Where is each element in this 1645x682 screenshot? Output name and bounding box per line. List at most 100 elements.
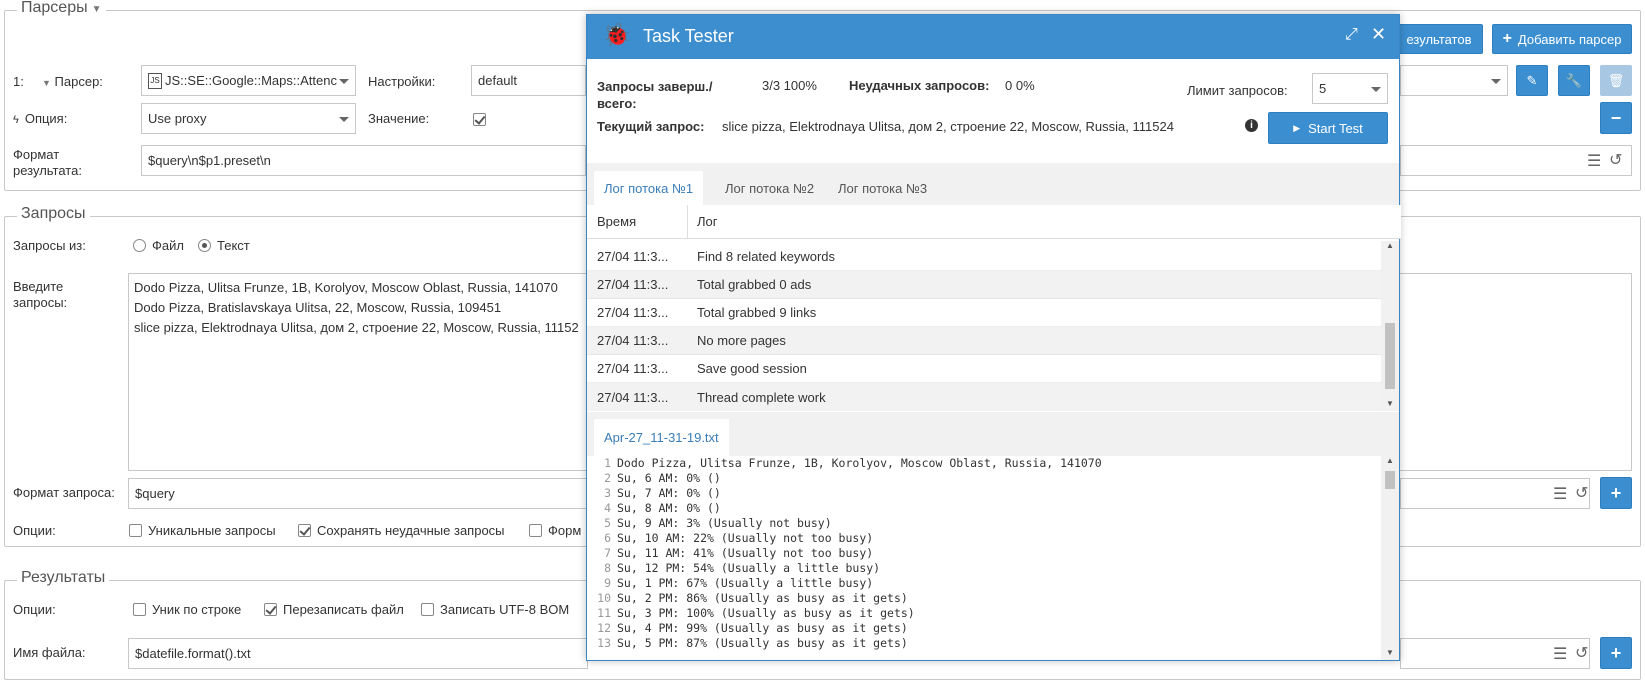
code-line: 7 Su, 11 AM: 41% (Usually not too busy) bbox=[587, 546, 1381, 561]
failed-value: 0 0% bbox=[1005, 78, 1035, 93]
radio-on bbox=[198, 239, 211, 252]
scroll-up-icon[interactable]: ▲ bbox=[1386, 241, 1394, 250]
code-text: Su, 1 PM: 67% (Usually a little busy) bbox=[617, 576, 874, 590]
col-divider bbox=[687, 205, 688, 239]
info-icon[interactable]: i bbox=[1245, 119, 1258, 132]
undo-icon[interactable]: ↺ bbox=[1575, 643, 1588, 663]
line-number: 12 bbox=[597, 621, 611, 635]
utf8-bom-checkbox[interactable]: Записать UTF-8 BOM bbox=[421, 602, 569, 617]
line-number: 10 bbox=[597, 591, 611, 605]
modal-header[interactable]: 🐞 Task Tester ⤢ ✕ bbox=[587, 15, 1399, 59]
configure-parser-button[interactable]: 🔧 bbox=[1558, 65, 1590, 96]
js-icon: JS bbox=[148, 72, 162, 89]
tab-thread-3[interactable]: Лог потока №3 bbox=[828, 171, 937, 205]
chevron-down-icon bbox=[1371, 86, 1381, 92]
output-file-tab[interactable]: Apr-27_11-31-19.txt bbox=[594, 419, 729, 456]
checkbox-unchecked bbox=[133, 603, 146, 616]
code-scroll-thumb[interactable] bbox=[1385, 471, 1395, 489]
line-number: 13 bbox=[597, 636, 611, 650]
log-row: 27/04 11:3... Total grabbed 0 ads bbox=[587, 271, 1381, 299]
undo-icon[interactable]: ↺ bbox=[1609, 150, 1622, 170]
start-test-button[interactable]: ▶ Start Test bbox=[1268, 112, 1388, 144]
wrench-icon: 🔧 bbox=[1565, 72, 1583, 88]
queries-from-text-radio[interactable]: Текст bbox=[198, 238, 250, 253]
list-icon[interactable]: ☰ bbox=[1587, 151, 1601, 171]
code-line: 9 Su, 1 PM: 67% (Usually a little busy) bbox=[587, 576, 1381, 591]
code-text: Su, 11 AM: 41% (Usually not too busy) bbox=[617, 546, 874, 560]
add-parser-button[interactable]: + Добавить парсер bbox=[1492, 24, 1632, 54]
unique-queries-checkbox[interactable]: Уникальные запросы bbox=[129, 523, 276, 538]
play-icon: ▶ bbox=[1293, 122, 1301, 133]
scroll-up-icon[interactable]: ▲ bbox=[1386, 456, 1394, 465]
uniq-line-checkbox[interactable]: Уник по строке bbox=[133, 602, 241, 617]
add-filename-button[interactable]: + bbox=[1600, 637, 1632, 669]
log-time: 27/04 11:3... bbox=[597, 249, 669, 264]
result-format-input[interactable]: $query\n$p1.preset\n bbox=[141, 145, 586, 176]
col-log-header[interactable]: Лог bbox=[697, 214, 718, 229]
queries-from-file-radio[interactable]: Файл bbox=[133, 238, 184, 253]
chevron-down-icon bbox=[1491, 78, 1501, 84]
settings-select[interactable]: default bbox=[471, 65, 586, 96]
tab-thread-2[interactable]: Лог потока №2 bbox=[715, 171, 824, 205]
line-number: 5 bbox=[604, 516, 611, 530]
undo-icon[interactable]: ↺ bbox=[1575, 483, 1588, 503]
add-query-format-button[interactable]: + bbox=[1600, 477, 1632, 509]
modal-title: Task Tester bbox=[643, 26, 734, 46]
col-time-header[interactable]: Время bbox=[597, 214, 636, 229]
format-checkbox[interactable]: Форм bbox=[529, 523, 581, 538]
save-failed-checkbox[interactable]: Сохранять неудачные запросы bbox=[298, 523, 505, 538]
task-tester-modal: 🐞 Task Tester ⤢ ✕ Запросы заверш./ всего… bbox=[586, 14, 1401, 661]
code-line: 12 Su, 4 PM: 99% (Usually as busy as it g… bbox=[587, 621, 1381, 636]
plus-icon: + bbox=[1610, 642, 1622, 663]
list-icon[interactable]: ☰ bbox=[1553, 644, 1567, 664]
filename-input[interactable]: $datefile.format().txt bbox=[128, 638, 588, 669]
value-checkbox[interactable] bbox=[473, 111, 492, 127]
queries-from-label: Запросы из: bbox=[13, 238, 86, 253]
log-message: No more pages bbox=[697, 333, 786, 348]
code-text: Su, 9 AM: 3% (Usually not busy) bbox=[617, 516, 832, 530]
log-scroll-thumb[interactable] bbox=[1385, 323, 1395, 389]
log-message: Save good session bbox=[697, 361, 807, 376]
option-label-text: Опция: bbox=[24, 111, 68, 126]
line-number: 7 bbox=[604, 546, 611, 560]
settings-select-right[interactable] bbox=[1400, 65, 1508, 96]
chevron-down-icon: ▼ bbox=[91, 4, 102, 15]
code-text: Su, 4 PM: 99% (Usually as busy as it get… bbox=[617, 621, 908, 635]
expand-icon[interactable]: ⤢ bbox=[1345, 26, 1358, 44]
log-row: 27/04 11:3... No more pages bbox=[587, 327, 1381, 355]
parser-index: 1: bbox=[13, 74, 24, 89]
scroll-down-icon[interactable]: ▼ bbox=[1386, 399, 1394, 408]
overwrite-file-label: Перезаписать файл bbox=[283, 602, 404, 617]
scroll-down-icon[interactable]: ▼ bbox=[1386, 648, 1394, 657]
option-select[interactable]: Use proxy bbox=[141, 103, 356, 134]
parsers-legend[interactable]: Парсеры ▼ bbox=[17, 0, 106, 17]
delete-parser-button[interactable]: 🗑 bbox=[1600, 65, 1632, 96]
code-line: 5 Su, 9 AM: 3% (Usually not busy) bbox=[587, 516, 1381, 531]
limit-select[interactable]: 5 bbox=[1312, 73, 1388, 104]
output-file-content: 1 Dodo Pizza, Ulitsa Frunze, 1B, Korolyov… bbox=[587, 456, 1381, 660]
log-row: 27/04 11:3... Thread complete work bbox=[587, 383, 1381, 411]
queries-textarea-right[interactable] bbox=[1400, 273, 1632, 471]
result-format-value: $query\n$p1.preset\n bbox=[148, 153, 271, 168]
log-scrollbar[interactable]: ▲ ▼ bbox=[1381, 241, 1399, 411]
parser-select[interactable]: JS JS::SE::Google::Maps::Attenc bbox=[141, 65, 356, 96]
overwrite-file-checkbox[interactable]: Перезаписать файл bbox=[264, 602, 404, 617]
close-icon[interactable]: ✕ bbox=[1371, 24, 1386, 45]
results-button[interactable]: езультатов bbox=[1395, 24, 1483, 54]
tab-thread-1[interactable]: Лог потока №1 bbox=[594, 171, 704, 205]
checkbox-unchecked bbox=[129, 524, 142, 537]
log-time: 27/04 11:3... bbox=[597, 305, 669, 320]
remove-option-button[interactable]: − bbox=[1600, 102, 1632, 134]
queries-textarea[interactable]: Dodo Pizza, Ulitsa Frunze, 1B, Korolyov,… bbox=[128, 273, 588, 471]
query-format-input[interactable]: $query bbox=[128, 478, 588, 509]
checkbox-checked bbox=[298, 524, 311, 537]
limit-label: Лимит запросов: bbox=[1187, 83, 1288, 98]
code-scrollbar[interactable]: ▲ ▼ bbox=[1381, 456, 1399, 660]
query-format-value: $query bbox=[135, 486, 175, 501]
checkbox-checked bbox=[264, 603, 277, 616]
plus-icon: + bbox=[1502, 30, 1512, 47]
bolt-icon: ϟ bbox=[13, 114, 19, 126]
line-number: 4 bbox=[604, 501, 611, 515]
list-icon[interactable]: ☰ bbox=[1553, 484, 1567, 504]
edit-parser-button[interactable]: ✎ bbox=[1516, 65, 1548, 96]
